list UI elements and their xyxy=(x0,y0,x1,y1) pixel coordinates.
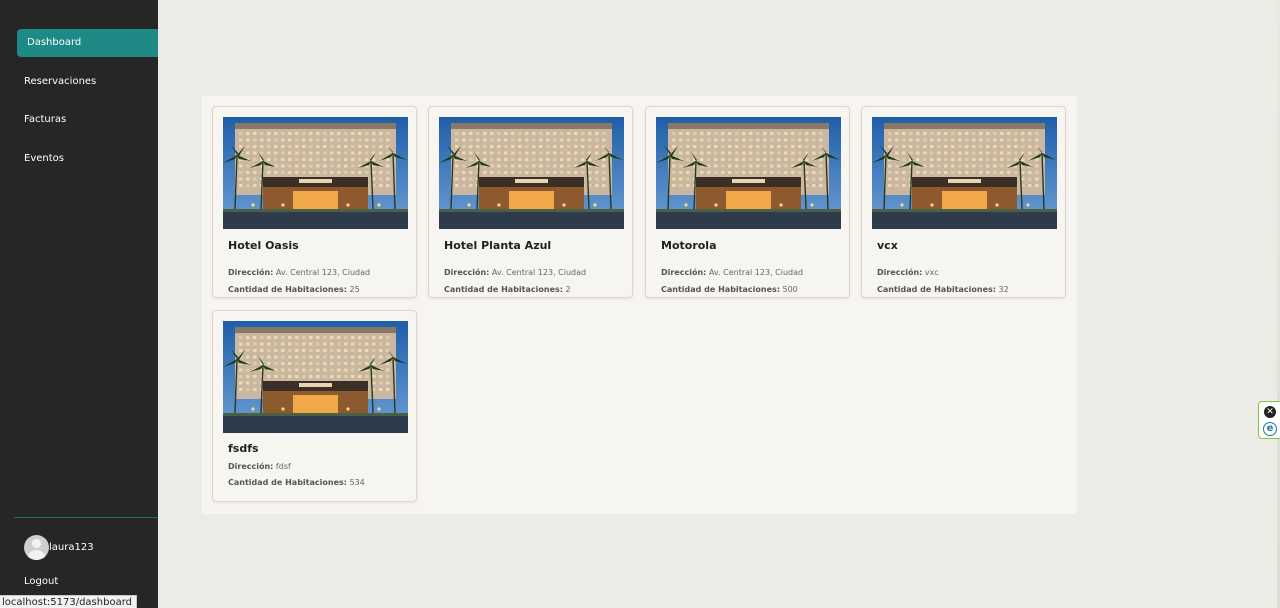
hotel-rooms: Cantidad de Habitaciones: 25 xyxy=(228,285,360,294)
extension-widget: ✕ e xyxy=(1258,401,1280,439)
sidebar-nav: Dashboard Reservaciones Facturas Eventos xyxy=(0,29,158,183)
sidebar-item-facturas[interactable]: Facturas xyxy=(0,106,158,134)
hotel-image xyxy=(439,117,624,229)
hotel-image xyxy=(656,117,841,229)
sidebar-item-dashboard[interactable]: Dashboard xyxy=(17,29,158,57)
sidebar-item-eventos[interactable]: Eventos xyxy=(0,145,158,173)
hotel-card[interactable]: Motorola Dirección: Av. Central 123, Ciu… xyxy=(645,106,850,298)
close-icon[interactable]: ✕ xyxy=(1264,406,1276,418)
status-url: localhost:5173/dashboard xyxy=(0,595,137,608)
hotel-name: fsdfs xyxy=(228,442,259,455)
hotel-name: Hotel Oasis xyxy=(228,239,299,252)
sidebar-item-reservaciones[interactable]: Reservaciones xyxy=(0,68,158,96)
hotel-name: Motorola xyxy=(661,239,717,252)
hotel-card[interactable]: fsdfs Dirección: fdsf Cantidad de Habita… xyxy=(212,310,417,502)
hotel-grid: Hotel Oasis Dirección: Av. Central 123, … xyxy=(202,96,1077,514)
hotel-image xyxy=(223,117,408,229)
hotel-address: Dirección: Av. Central 123, Ciudad xyxy=(228,268,371,277)
hotel-address: Dirección: Av. Central 123, Ciudad xyxy=(661,268,804,277)
hotel-rooms: Cantidad de Habitaciones: 32 xyxy=(877,285,1009,294)
username: laura123 xyxy=(49,542,94,553)
hotel-image xyxy=(223,321,408,433)
hotel-rooms: Cantidad de Habitaciones: 2 xyxy=(444,285,571,294)
sidebar: Dashboard Reservaciones Facturas Eventos… xyxy=(0,0,158,608)
user-avatar-icon xyxy=(24,535,49,560)
hotel-name: vcx xyxy=(877,239,898,252)
hotel-card[interactable]: Hotel Oasis Dirección: Av. Central 123, … xyxy=(212,106,417,298)
logout-button[interactable]: Logout xyxy=(24,576,58,587)
hotel-rooms: Cantidad de Habitaciones: 534 xyxy=(228,478,365,487)
hotel-image xyxy=(872,117,1057,229)
hotel-rooms: Cantidad de Habitaciones: 500 xyxy=(661,285,798,294)
hotel-name: Hotel Planta Azul xyxy=(444,239,552,252)
hotel-card[interactable]: vcx Dirección: vxc Cantidad de Habitacio… xyxy=(861,106,1066,298)
app: Dashboard Reservaciones Facturas Eventos… xyxy=(0,0,1280,608)
hotel-address: Dirección: Av. Central 123, Ciudad xyxy=(444,268,587,277)
extension-e-icon[interactable]: e xyxy=(1263,422,1277,436)
user-profile[interactable]: laura123 xyxy=(24,535,94,560)
sidebar-divider xyxy=(14,517,158,518)
hotel-address: Dirección: vxc xyxy=(877,268,939,277)
hotel-card[interactable]: Hotel Planta Azul Dirección: Av. Central… xyxy=(428,106,633,298)
hotel-address: Dirección: fdsf xyxy=(228,462,291,471)
